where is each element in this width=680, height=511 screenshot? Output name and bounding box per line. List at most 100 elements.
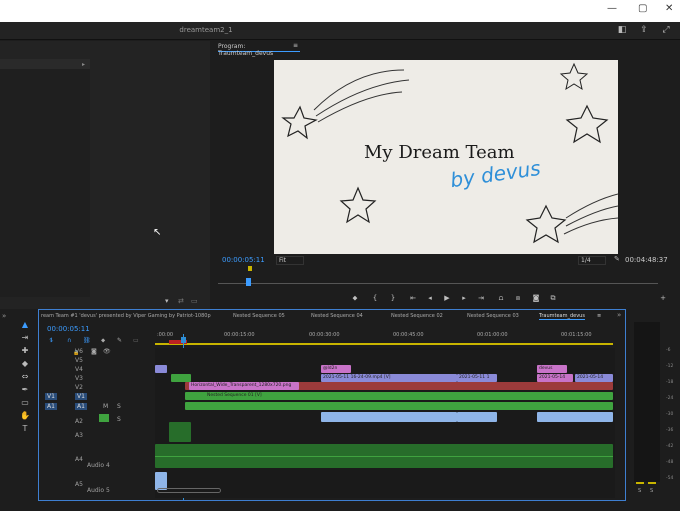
program-timecode[interactable]: 00:00:05:11 (222, 256, 265, 264)
audio-clip-a1c[interactable] (537, 412, 613, 422)
work-area-bar[interactable] (155, 343, 613, 345)
captions-icon[interactable]: ▭ (133, 337, 139, 344)
export-frame-icon[interactable]: ◙ (531, 293, 541, 303)
mute-button-a2-active[interactable] (99, 414, 109, 422)
track-label-a1[interactable]: A1 (75, 403, 87, 410)
source-patch-a1[interactable]: A1 (45, 403, 57, 410)
source-panel-header (0, 59, 90, 69)
solo-button-a2[interactable]: S (117, 416, 121, 423)
audio-clip-a2[interactable] (169, 422, 191, 442)
tools-expand-icon[interactable]: » (2, 312, 6, 320)
fullscreen-icon[interactable]: ⤢ (660, 25, 672, 36)
clip-label-b[interactable]: devus (537, 365, 567, 373)
go-to-in-button[interactable]: ⇤ (408, 293, 418, 303)
mute-button-a1[interactable]: M (103, 403, 108, 410)
fit-dropdown[interactable]: Fit (276, 256, 304, 265)
clip-v5[interactable] (155, 365, 167, 373)
track-label-v1[interactable]: V1 (75, 393, 87, 400)
insert-icon[interactable]: ⇄ (178, 297, 184, 305)
timeline-tab-3[interactable]: Nested Sequence 04 (311, 313, 363, 319)
share-icon[interactable]: ⇪ (638, 25, 650, 36)
clip-nested-text: Nested Sequence 01 [V] (207, 393, 262, 398)
meter-solo-left[interactable]: S (638, 488, 641, 494)
comparison-view-icon[interactable]: ⧉ (548, 293, 558, 303)
clip-d[interactable]: 2021-05-14 (575, 374, 613, 382)
timeline-expand-icon[interactable]: » (617, 311, 621, 319)
program-playhead[interactable] (246, 278, 251, 286)
marker-button[interactable]: ⬥ (350, 293, 360, 303)
step-forward-button[interactable]: ▸ (459, 293, 469, 303)
ripple-edit-tool-icon[interactable]: ✚ (20, 346, 30, 356)
clip-b[interactable]: 2021-05-11 1 (457, 374, 497, 382)
audio-clip-a1b[interactable] (457, 412, 497, 422)
trash-icon[interactable]: ▭ (191, 297, 198, 305)
linked-selection-icon[interactable]: ⛓ (83, 337, 91, 344)
clip-label-a-text: @ld2n (323, 366, 338, 371)
program-scrubber[interactable] (218, 283, 658, 284)
clip-a[interactable]: 2021-05-11 16-24-09.mp4 [V] (321, 374, 457, 382)
workspace-icon[interactable]: ◧ (616, 25, 628, 36)
maximize-button[interactable]: ▢ (638, 3, 647, 14)
timeline-tab-4[interactable]: Nested Sequence 02 (391, 313, 443, 319)
track-label-v3: V3 (75, 375, 83, 382)
step-back-button[interactable]: ◂ (425, 293, 435, 303)
lift-button[interactable]: ⩍ (496, 293, 506, 303)
meter-label-9: -54 (666, 476, 674, 481)
expand-arrow-icon[interactable]: ▸ (82, 61, 85, 68)
track-select-tool-icon[interactable]: ⇥ (20, 333, 30, 343)
eye-icon[interactable]: 👁 (103, 348, 111, 355)
timeline-timecode[interactable]: 00:00:05:11 (47, 325, 90, 333)
rectangle-tool-icon[interactable]: ▭ (20, 398, 30, 408)
razor-tool-icon[interactable]: ◆ (20, 359, 30, 369)
mark-out-button[interactable]: } (388, 293, 398, 303)
minimize-button[interactable]: — (607, 3, 617, 14)
program-tab-label: Program: Traumteam_devus (218, 43, 274, 57)
track-label-a3: A3 (75, 432, 83, 439)
track-area[interactable]: @ld2n 2021-05-11 16-24-09.mp4 [V] 2021-0… (155, 348, 615, 498)
pen-tool-icon[interactable]: ✒ (20, 385, 30, 395)
source-panel-content (0, 69, 90, 297)
clip-label-a[interactable]: @ld2n (321, 365, 351, 373)
timeline-tab-5[interactable]: Nested Sequence 03 (467, 313, 519, 319)
mark-in-button[interactable]: { (370, 293, 380, 303)
nest-toggle-icon[interactable]: ⥮ (49, 337, 53, 345)
resolution-dropdown[interactable]: 1/4 (578, 256, 606, 265)
clip-v1[interactable] (185, 402, 613, 410)
go-to-out-button[interactable]: ⇥ (476, 293, 486, 303)
solo-button-a1[interactable]: S (117, 403, 121, 410)
program-tab[interactable]: Program: Traumteam_devus (218, 43, 300, 57)
mouse-cursor-icon: ↖ (153, 227, 162, 238)
snap-icon[interactable]: ∩ (67, 337, 71, 344)
add-button-icon[interactable]: + (658, 293, 668, 303)
timeline-tab-2[interactable]: Nested Sequence 05 (233, 313, 285, 319)
wrench-icon[interactable]: ✎ (614, 255, 620, 263)
selection-tool-icon[interactable]: ▲ (20, 320, 30, 330)
play-button[interactable]: ▶ (442, 293, 452, 303)
audio-meter: -6 -12 -18 -24 -30 -36 -42 -48 -54 S S (628, 320, 680, 500)
timeline-settings-icon[interactable]: ✎ (117, 337, 122, 344)
filter-icon[interactable]: ▾ (165, 297, 169, 305)
track-label-a4: A4 (75, 456, 83, 463)
playhead-handle[interactable] (181, 337, 186, 343)
clip-c[interactable]: 2021-05-14 (537, 374, 573, 382)
timeline-scrollbar[interactable] (157, 488, 221, 493)
clip-horizontal[interactable]: Horizontal_Wide_Transparent_1280x720.png (189, 382, 299, 390)
hand-tool-icon[interactable]: ✋ (20, 411, 30, 421)
add-marker-icon[interactable]: ⬥ (101, 337, 105, 345)
clip-c-text: 2021-05-14 (539, 375, 566, 380)
meter-solo-right[interactable]: S (650, 488, 653, 494)
timeline-menu-icon[interactable]: ≡ (597, 313, 601, 319)
clip-v4-green[interactable] (171, 374, 191, 382)
extract-button[interactable]: ⩎ (513, 293, 523, 303)
close-button[interactable]: ✕ (665, 3, 673, 14)
audio-clip-a1a[interactable] (321, 412, 457, 422)
slip-tool-icon[interactable]: ⇔ (20, 372, 30, 382)
source-patch-v1[interactable]: V1 (45, 393, 57, 400)
type-tool-icon[interactable]: T (20, 424, 30, 434)
timeline-tab-1[interactable]: ream Team #1 'devus' presented by Viper … (41, 313, 211, 319)
toggle-output-icon[interactable]: ◙ (91, 348, 97, 355)
audio-4-name: Audio 4 (87, 462, 110, 469)
clip-nested[interactable]: Nested Sequence 01 [V] (185, 392, 613, 400)
panel-menu-icon[interactable]: ≡ (293, 42, 298, 49)
timeline-tab-active[interactable]: Traumteam_devus (539, 313, 585, 320)
